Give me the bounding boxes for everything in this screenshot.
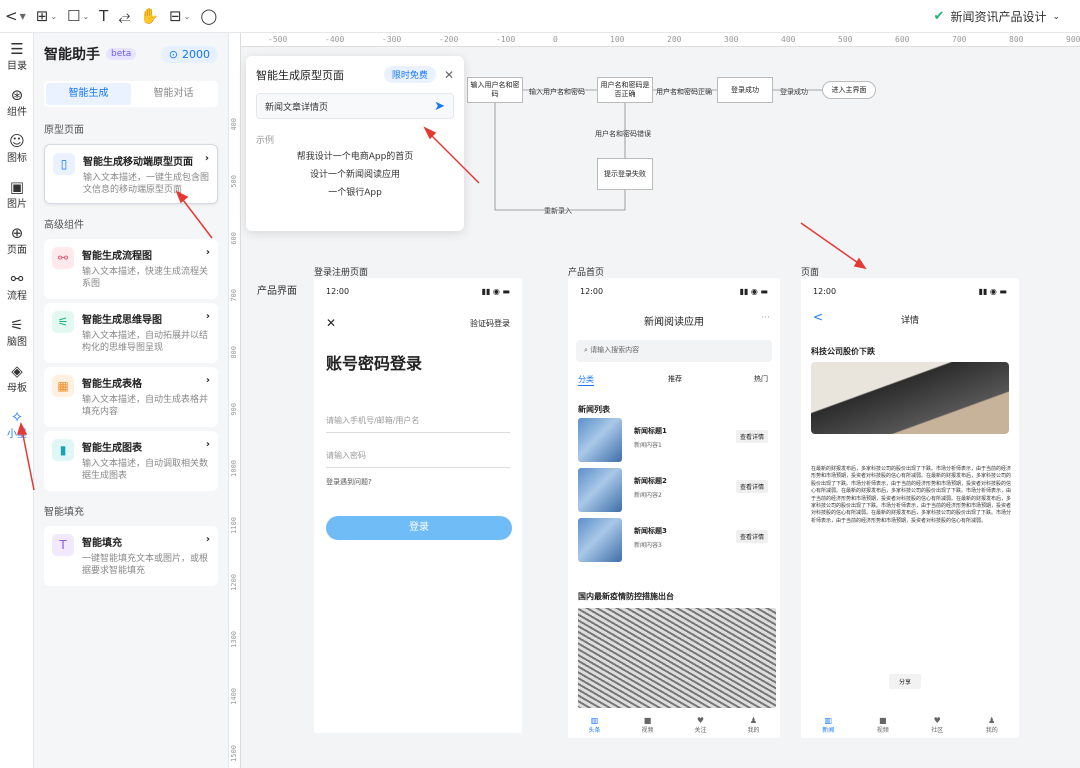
left-rail: ☰ 目录 ⊛ 组件 ☺ 图标 ▣ 图片 ⊕ 页面 ⚯ 流程 ⚟ 脑图 ◈ 母板 ✧ 小墨 xyxy=(0,33,34,768)
rail-icon: ◈ xyxy=(11,361,23,380)
card-title: 智能填充 xyxy=(82,538,122,549)
rail-icon: ✧ xyxy=(10,407,24,426)
connector-tool-button[interactable]: ⥄ xyxy=(113,4,135,28)
text-tool-button[interactable]: T xyxy=(94,4,113,28)
text-icon: T xyxy=(99,7,109,25)
rail-icon: ☰ xyxy=(10,39,24,58)
card-desc: 一键智能填充文本或图片，或根据要求智能填充 xyxy=(82,554,209,576)
rectangle-icon: ☐ xyxy=(67,7,81,25)
rail-item[interactable]: ✧ 小墨 xyxy=(0,401,34,447)
assistant-title: 智能助手 xyxy=(44,47,100,63)
page-icon: ▯ xyxy=(53,153,75,175)
chevron-right-icon: › xyxy=(205,534,210,545)
rail-icon: ⚯ xyxy=(10,269,24,288)
card-generate-mindmap[interactable]: ⚟ 智能生成思维导图 › 输入文本描述，自动拓展并以结构化的思维导图呈现 xyxy=(44,303,218,363)
rail-item[interactable]: ⊕ 页面 xyxy=(0,217,34,263)
chevron-down-icon: ⌄ xyxy=(183,11,191,21)
check-circle-icon: ✔ xyxy=(933,9,945,24)
top-toolbar: < ▼ ⊞ ⌄ ☐ ⌄ T ⥄ ✋ ⊟ ⌄ ◯ ✔ 新闻资讯产品设计 ⌄ xyxy=(0,0,1080,33)
text-fill-icon: T xyxy=(52,534,74,556)
design-canvas[interactable]: -500 -400 -300 -200 -100 0 100 200 300 400 500 600 7… xyxy=(229,33,1080,768)
chevron-down-icon: ⌄ xyxy=(1052,11,1060,22)
card-title: 智能生成表格 xyxy=(82,379,142,390)
mindmap-icon: ⚟ xyxy=(52,311,74,333)
chevron-right-icon: › xyxy=(205,247,210,258)
rail-label: 流程 xyxy=(7,290,27,302)
chevron-down-icon: ▼ xyxy=(19,11,26,21)
rail-label: 脑图 xyxy=(7,336,27,348)
hand-tool-button[interactable]: ✋ xyxy=(135,4,164,28)
rail-label: 组件 xyxy=(7,106,27,118)
rail-item[interactable]: ⚯ 流程 xyxy=(0,263,34,309)
card-desc: 输入文本描述，一键生成包含图文信息的移动端原型页面 xyxy=(83,173,210,195)
rail-icon: ⚟ xyxy=(10,315,24,334)
card-desc: 输入文本描述，自动拓展并以结构化的思维导图呈现 xyxy=(82,331,209,353)
assistant-tabs: 智能生成 智能对话 xyxy=(44,81,218,107)
connector-icon: ⥄ xyxy=(118,7,131,25)
rail-label: 图标 xyxy=(7,152,27,164)
comment-tool-button[interactable]: ◯ xyxy=(195,4,222,28)
card-title: 智能生成移动端原型页面 xyxy=(83,157,193,168)
chevron-right-icon: › xyxy=(205,311,210,322)
add-icon: ⊞ xyxy=(35,7,49,25)
table-icon: ▦ xyxy=(52,375,74,397)
card-desc: 输入文本描述，快速生成流程关系图 xyxy=(82,267,209,289)
rail-item[interactable]: ⚟ 脑图 xyxy=(0,309,34,355)
card-title: 智能生成思维导图 xyxy=(82,315,162,326)
bar-chart-icon: ▮ xyxy=(52,439,74,461)
add-tool-button[interactable]: ⊞ ⌄ xyxy=(31,4,62,28)
rail-item[interactable]: ◈ 母板 xyxy=(0,355,34,401)
rail-item[interactable]: ☰ 目录 xyxy=(0,33,34,79)
chevron-right-icon: › xyxy=(204,153,209,164)
card-generate-prototype[interactable]: ▯ 智能生成移动端原型页面 › 输入文本描述，一键生成包含图文信息的移动端原型页面 xyxy=(44,144,218,204)
frame-tool-button[interactable]: ⊟ ⌄ xyxy=(164,4,195,28)
frame-icon: ⊟ xyxy=(169,7,182,25)
card-generate-table[interactable]: ▦ 智能生成表格 › 输入文本描述，自动生成表格并填充内容 xyxy=(44,367,218,427)
back-button[interactable]: < ▼ xyxy=(0,4,31,28)
tab-smart-generate[interactable]: 智能生成 xyxy=(46,83,131,105)
chevron-down-icon: ⌄ xyxy=(50,11,58,21)
assistant-panel: 智能助手 beta ⊙ 2000 智能生成 智能对话 原型页面 ▯ 智能生成移动端… xyxy=(34,33,229,768)
credits-value: 2000 xyxy=(182,47,210,61)
rail-item[interactable]: ☺ 图标 xyxy=(0,125,34,171)
flowchart-icon: ⚯ xyxy=(52,247,74,269)
annotation-arrows xyxy=(423,126,867,270)
rail-label: 目录 xyxy=(7,60,27,72)
chevron-right-icon: › xyxy=(205,439,210,450)
credits-badge[interactable]: ⊙ 2000 xyxy=(160,45,218,63)
project-switcher[interactable]: ✔ 新闻资讯产品设计 ⌄ xyxy=(934,8,1060,25)
comment-icon: ◯ xyxy=(200,7,218,25)
hand-icon: ✋ xyxy=(140,7,160,25)
rail-item[interactable]: ⊛ 组件 xyxy=(0,79,34,125)
assistant-header: 智能助手 beta ⊙ 2000 xyxy=(34,33,228,75)
shape-tool-button[interactable]: ☐ ⌄ xyxy=(62,4,94,28)
chevron-down-icon: ⌄ xyxy=(82,11,90,21)
card-generate-chart[interactable]: ▮ 智能生成图表 › 输入文本描述，自动调取相关数据生成图表 xyxy=(44,431,218,491)
card-generate-flowchart[interactable]: ⚯ 智能生成流程图 › 输入文本描述，快速生成流程关系图 xyxy=(44,239,218,299)
card-title: 智能生成流程图 xyxy=(82,251,152,262)
rail-icon: ⊛ xyxy=(10,85,24,104)
beta-badge: beta xyxy=(106,48,137,60)
tab-smart-chat[interactable]: 智能对话 xyxy=(131,83,216,105)
section-label-advanced: 高级组件 xyxy=(44,220,84,231)
rail-icon: ▣ xyxy=(9,177,25,196)
rail-icon: ⊕ xyxy=(10,223,24,242)
project-name: 新闻资讯产品设计 xyxy=(950,10,1047,24)
card-smart-fill[interactable]: T 智能填充 › 一键智能填充文本或图片，或根据要求智能填充 xyxy=(44,526,218,586)
section-label-prototype: 原型页面 xyxy=(44,125,84,136)
rail-label: 页面 xyxy=(7,244,27,256)
section-label-fill: 智能填充 xyxy=(44,507,84,518)
card-desc: 输入文本描述，自动生成表格并填充内容 xyxy=(82,395,209,417)
rail-item[interactable]: ▣ 图片 xyxy=(0,171,34,217)
coin-icon: ⊙ xyxy=(168,47,178,61)
rail-icon: ☺ xyxy=(9,131,25,150)
chevron-right-icon: › xyxy=(205,375,210,386)
back-icon: < xyxy=(5,7,18,25)
rail-label: 小墨 xyxy=(7,428,27,440)
rail-label: 母板 xyxy=(7,382,27,394)
card-desc: 输入文本描述，自动调取相关数据生成图表 xyxy=(82,459,209,481)
rail-label: 图片 xyxy=(7,198,27,210)
card-title: 智能生成图表 xyxy=(82,443,142,454)
